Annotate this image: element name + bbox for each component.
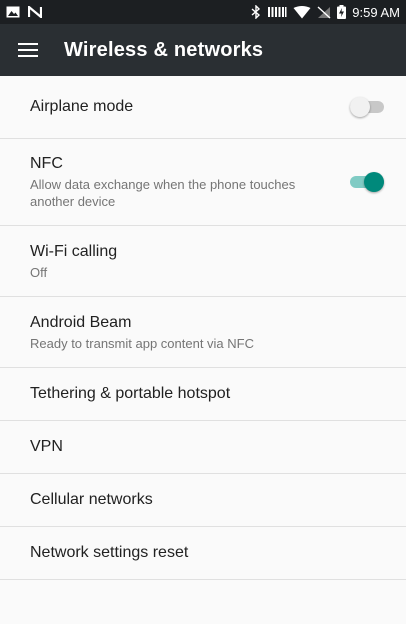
setting-airplane-mode[interactable]: Airplane mode <box>0 76 406 139</box>
image-icon <box>6 6 20 18</box>
setting-title: Android Beam <box>30 313 132 331</box>
nfc-toggle[interactable] <box>350 172 384 192</box>
setting-title: NFC <box>30 155 63 172</box>
setting-summary: Ready to transmit app content via NFC <box>30 335 254 351</box>
setting-vpn[interactable]: VPN <box>0 421 406 474</box>
setting-tethering-hotspot[interactable]: Tethering & portable hotspot <box>0 368 406 421</box>
setting-title: VPN <box>30 438 63 455</box>
setting-summary: Allow data exchange when the phone touch… <box>30 177 296 209</box>
setting-title: Network settings reset <box>30 544 189 561</box>
settings-list: Airplane mode NFC Allow data exchange wh… <box>0 76 406 580</box>
battery-charging-icon <box>337 5 347 19</box>
status-bar: 9:59 AM <box>0 0 406 24</box>
setting-android-beam[interactable]: Android Beam Ready to transmit app conte… <box>0 297 406 368</box>
setting-cellular-networks[interactable]: Cellular networks <box>0 474 406 527</box>
wifi-icon <box>293 5 311 19</box>
setting-nfc[interactable]: NFC Allow data exchange when the phone t… <box>0 139 406 226</box>
airplane-mode-toggle[interactable] <box>350 97 384 117</box>
setting-wifi-calling[interactable]: Wi-Fi calling Off <box>0 226 406 297</box>
setting-summary: Off <box>30 264 48 280</box>
setting-network-reset[interactable]: Network settings reset <box>0 527 406 580</box>
status-time: 9:59 AM <box>352 4 400 20</box>
n-notification-icon <box>28 6 42 18</box>
setting-title: Wi-Fi calling <box>30 242 118 260</box>
setting-title: Airplane mode <box>30 98 134 115</box>
app-bar: Wireless & networks <box>0 24 406 76</box>
no-signal-icon <box>317 5 331 19</box>
page-title: Wireless & networks <box>64 38 264 61</box>
toggle-thumb <box>350 97 370 117</box>
setting-title: Cellular networks <box>30 491 153 508</box>
bluetooth-icon <box>251 5 261 19</box>
toggle-thumb <box>364 172 384 192</box>
hamburger-menu-icon[interactable] <box>14 36 42 64</box>
setting-title: Tethering & portable hotspot <box>30 385 231 402</box>
vibrate-icon <box>267 6 287 18</box>
